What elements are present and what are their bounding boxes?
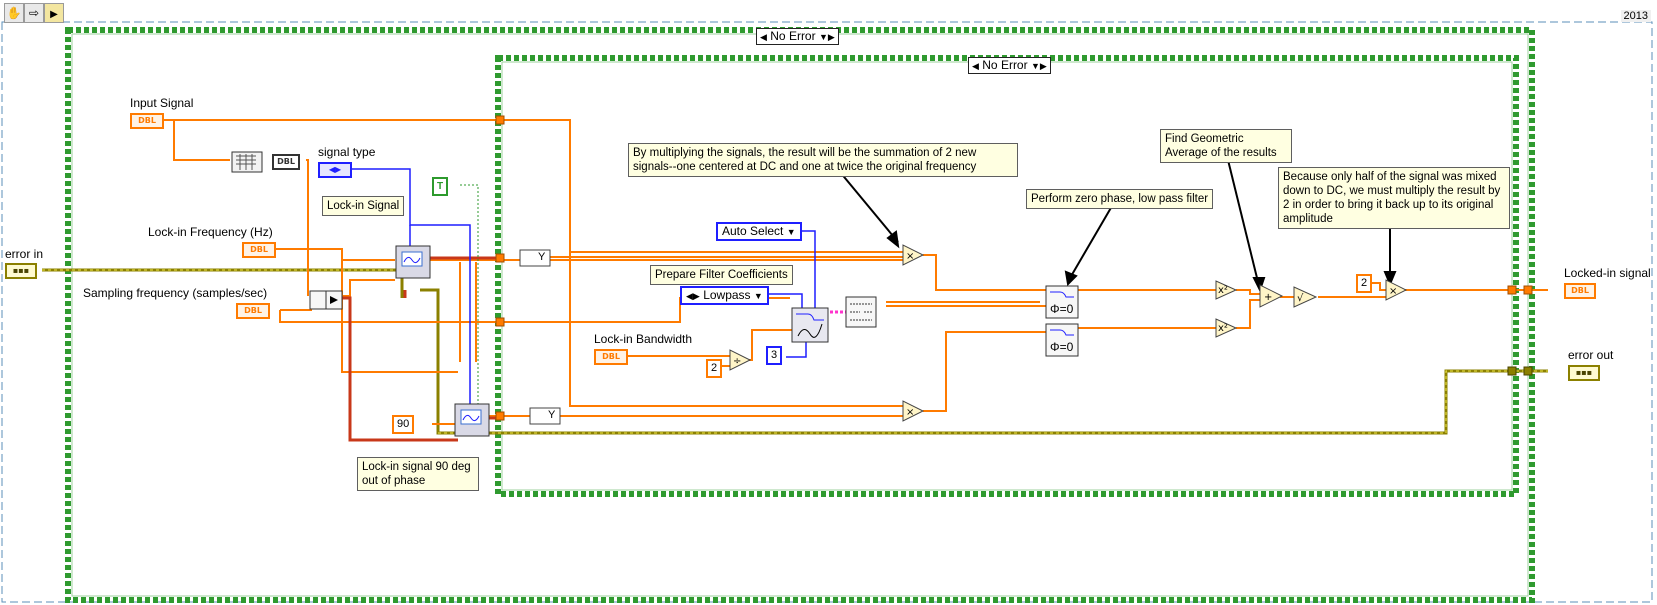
- svg-text:×: ×: [1389, 286, 1397, 297]
- inner-case-value: No Error: [982, 58, 1028, 72]
- error-out-label: error out: [1568, 348, 1614, 362]
- two-constant[interactable]: 2: [706, 359, 723, 378]
- filter-design-vi: [791, 307, 829, 343]
- input-signal-terminal[interactable]: DBL: [130, 113, 164, 129]
- auto-select-value: Auto Select: [722, 224, 784, 238]
- dropdown-arrow-icon: ▼: [786, 227, 796, 237]
- labview-vi-icon: ▶: [50, 9, 58, 20]
- two-multiplier-constant[interactable]: 2: [1356, 274, 1373, 293]
- coeff-node: [845, 296, 877, 328]
- enum-arrows-icon: ◀▶: [686, 291, 700, 301]
- sampling-frequency-terminal[interactable]: DBL: [236, 303, 270, 319]
- build-array-node: [231, 151, 263, 173]
- locked-in-signal-label: Locked-in signal: [1564, 266, 1651, 280]
- get-y-node-2: [529, 407, 561, 425]
- input-signal-label: Input Signal: [130, 96, 194, 110]
- only-half-note: Because only half of the signal was mixe…: [1278, 167, 1510, 229]
- signal-type-label: signal type: [318, 145, 376, 159]
- multiply-note: By multiplying the signals, the result w…: [628, 143, 1018, 177]
- lock-in-bandwidth-label: Lock-in Bandwidth: [594, 332, 693, 346]
- lock-in-90-note: Lock-in signal 90 deg out of phase: [357, 457, 479, 491]
- three-constant[interactable]: 3: [766, 346, 783, 365]
- svg-text:√: √: [1297, 293, 1304, 304]
- svg-text:+: +: [1264, 292, 1272, 303]
- inner-case-selector[interactable]: ◀ No Error ▼▶: [968, 57, 1051, 74]
- svg-text:x²: x²: [1218, 323, 1228, 334]
- version-label: 2013: [1620, 10, 1651, 22]
- block-diagram: × × ÷ x² x² + √ × ✋ ⇨ ▶ 2013 ◀ No Error …: [0, 0, 1657, 605]
- bundle-node: [309, 290, 343, 310]
- svg-text:÷: ÷: [733, 356, 741, 367]
- lowpass-constant[interactable]: ◀▶ Lowpass ▼: [680, 286, 769, 305]
- sine-pattern-vi-2: [454, 403, 490, 437]
- get-y-node-1: [519, 249, 551, 267]
- lock-in-frequency-label: Lock-in Frequency (Hz): [148, 225, 273, 239]
- prepare-filter-note: Prepare Filter Coefficients: [650, 265, 793, 285]
- lock-in-bandwidth-terminal[interactable]: DBL: [594, 349, 628, 365]
- signal-type-terminal[interactable]: ◀▶: [318, 162, 352, 178]
- error-in-label: error in: [5, 247, 44, 261]
- lock-in-signal-note: Lock-in Signal: [322, 196, 405, 216]
- lock-in-frequency-terminal[interactable]: DBL: [242, 242, 276, 258]
- error-out-terminal[interactable]: ▪▪▪: [1568, 365, 1600, 381]
- geometric-average-note: Find Geometric Average of the results: [1160, 129, 1292, 163]
- outer-case-value: No Error: [770, 29, 816, 43]
- step-arrow-icon: ⇨: [28, 6, 40, 20]
- y-output-2: Y: [548, 409, 556, 421]
- zero-phase-note: Perform zero phase, low pass filter: [1026, 189, 1214, 209]
- lowpass-value: Lowpass: [703, 288, 751, 302]
- svg-text:×: ×: [906, 251, 914, 262]
- dbl-convert-node: DBL: [272, 154, 300, 170]
- sampling-frequency-label: Sampling frequency (samples/sec): [83, 286, 268, 300]
- phi-zero-2: Φ=0: [1050, 340, 1074, 354]
- vi-icon-button[interactable]: ▶: [44, 3, 64, 23]
- outer-case-selector[interactable]: ◀ No Error ▼▶: [756, 28, 839, 45]
- svg-text:×: ×: [906, 407, 914, 418]
- hand-icon: ✋: [6, 6, 22, 20]
- y-output-1: Y: [538, 251, 546, 263]
- hand-tool-button[interactable]: ✋: [4, 3, 24, 23]
- phi-zero-1: Φ=0: [1050, 302, 1074, 316]
- locked-in-signal-terminal[interactable]: DBL: [1564, 283, 1596, 299]
- true-constant[interactable]: T: [432, 177, 449, 196]
- sine-pattern-vi-1: [395, 245, 431, 279]
- dropdown-arrow-icon: ▼: [753, 291, 763, 301]
- ninety-constant[interactable]: 90: [392, 415, 415, 434]
- step-button[interactable]: ⇨: [24, 3, 44, 23]
- auto-select-constant[interactable]: Auto Select ▼: [716, 222, 802, 241]
- error-in-terminal[interactable]: ▪▪▪: [5, 263, 37, 279]
- svg-text:x²: x²: [1218, 285, 1228, 296]
